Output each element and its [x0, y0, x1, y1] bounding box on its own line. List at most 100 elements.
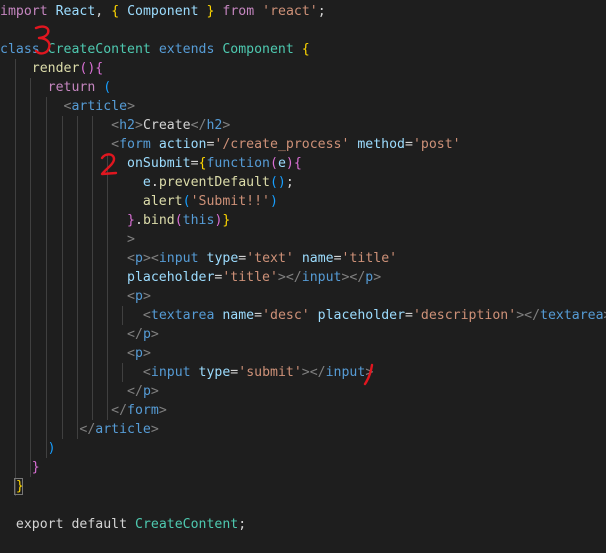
code-line[interactable]: </p> [0, 325, 159, 344]
code-token: 'text' [246, 251, 294, 266]
code-token: } [222, 213, 231, 228]
code-line[interactable]: <p> [0, 287, 151, 306]
code-token: ( [103, 80, 112, 95]
code-token: > [150, 384, 159, 399]
code-token: form [127, 403, 159, 418]
code-token: h2 [206, 118, 223, 133]
code-token: render [31, 61, 80, 76]
code-token: </ [79, 422, 96, 437]
code-token: { [95, 61, 104, 76]
code-line[interactable]: placeholder='title'></input></p> [0, 268, 381, 287]
code-token: this [182, 213, 215, 228]
code-token: article [71, 99, 128, 114]
code-line[interactable]: </p> [0, 382, 159, 401]
code-token: ( [174, 213, 183, 228]
code-token: function [206, 156, 271, 171]
code-token: Create [142, 118, 191, 133]
code-line[interactable]: } [0, 458, 40, 477]
code-line[interactable]: export default CreateContent; [0, 515, 246, 534]
code-token: 'desc' [262, 308, 310, 323]
code-token: ) [47, 441, 56, 456]
code-line[interactable]: import React, { Component } from 'react'… [0, 2, 326, 21]
code-token: ></ [277, 270, 302, 285]
code-token: extends [158, 42, 215, 57]
code-token: < [142, 308, 151, 323]
code-line[interactable]: <p> [0, 344, 151, 363]
code-token: < [127, 289, 135, 304]
code-token: p [135, 289, 143, 304]
code-line[interactable]: return ( [0, 78, 112, 97]
code-token: textarea [540, 308, 604, 323]
code-token: input [150, 365, 191, 380]
code-token: > [127, 99, 136, 114]
code-line[interactable]: <textarea name='desc' placeholder='descr… [0, 306, 606, 325]
code-token: < [127, 346, 135, 361]
code-token: { [301, 42, 310, 57]
code-token: name [222, 308, 255, 323]
code-line[interactable]: render(){ [0, 59, 103, 78]
code-line[interactable]: <p><input type='text' name='title' [0, 249, 397, 268]
code-token: < [127, 251, 135, 266]
code-token: e [277, 156, 286, 171]
code-line[interactable]: onSubmit={function(e){ [0, 154, 302, 173]
code-token: name [301, 251, 334, 266]
code-token: = [405, 137, 413, 152]
code-token: 'Submit!!' [190, 194, 270, 209]
code-token: import [0, 4, 48, 19]
code-token: ; [317, 4, 326, 19]
code-line[interactable]: <input type='submit'></input> [0, 363, 373, 382]
code-token: placeholder [317, 308, 406, 323]
code-token: = [254, 308, 263, 323]
code-line[interactable]: <article> [0, 97, 135, 116]
code-token: form [119, 137, 151, 152]
code-token: > [142, 289, 151, 304]
code-line[interactable]: <h2>Create</h2> [0, 116, 230, 135]
code-line[interactable]: </form> [0, 401, 167, 420]
code-token: type [198, 365, 231, 380]
code-token: p [135, 346, 143, 361]
code-token: </ [190, 118, 207, 133]
code-line[interactable]: ) [0, 439, 56, 458]
code-token: ) [269, 194, 278, 209]
code-token: textarea [150, 308, 215, 323]
code-token: return [47, 80, 96, 95]
code-token: p [135, 251, 143, 266]
code-token: ) [285, 156, 294, 171]
code-editor[interactable]: import React, { Component } from 'react'… [0, 0, 606, 553]
code-token: 'react' [262, 4, 318, 19]
code-token: } [127, 213, 135, 228]
code-token: () [79, 61, 96, 76]
code-token: article [95, 422, 151, 437]
code-token: alert [142, 194, 183, 209]
code-token: React [55, 4, 96, 19]
code-token: Component [127, 4, 199, 19]
code-token: . [135, 213, 143, 228]
code-token: p [142, 327, 151, 342]
code-token: > [150, 422, 159, 437]
annotation-number-2 [100, 153, 118, 176]
code-line[interactable]: alert('Submit!!') [0, 192, 278, 211]
code-line[interactable]: e.preventDefault(); [0, 173, 294, 192]
code-token: input [158, 251, 199, 266]
code-token: ; [285, 175, 294, 190]
code-token: default [71, 517, 128, 532]
code-line[interactable]: <form action='/create_process' method='p… [0, 135, 460, 154]
code-line[interactable]: > [0, 230, 135, 249]
code-token: { [111, 4, 120, 19]
code-line[interactable]: </article> [0, 420, 159, 439]
code-line[interactable]: }.bind(this)} [0, 211, 230, 230]
code-token: CreateContent [135, 517, 239, 532]
